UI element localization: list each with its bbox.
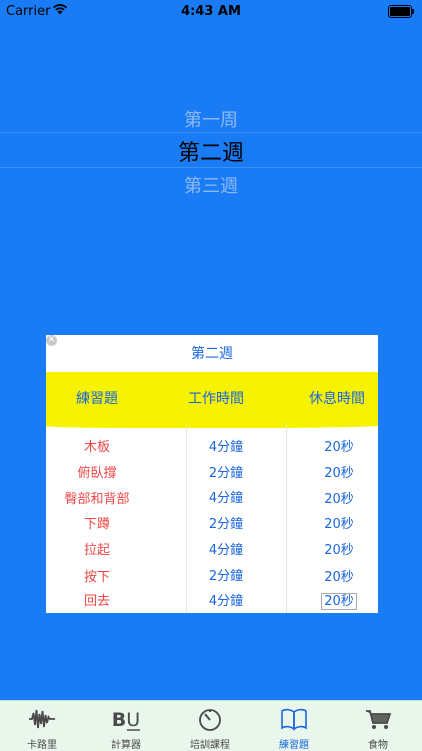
tab-training[interactable]: 培訓課程 <box>168 701 252 751</box>
tab-label: 計算器 <box>111 740 141 751</box>
schedule-card: ✕ 第二週 練習題 工作時間 休息時間 木板 4分鐘 20秒 俯臥撐 2分鐘 2… <box>46 335 378 613</box>
bu-text-icon: BU <box>84 707 168 731</box>
rest-time-value: 20秒 <box>321 593 357 610</box>
column-divider <box>286 425 287 613</box>
card-title: 第二週 <box>191 346 233 362</box>
tab-food[interactable]: 食物 <box>336 701 420 751</box>
tab-label: 食物 <box>368 740 388 751</box>
battery-icon <box>388 5 414 18</box>
exercise-cell: 下蹲 <box>83 517 110 532</box>
tab-exercises[interactable]: 練習題 <box>252 701 336 751</box>
timer-icon <box>168 707 252 731</box>
status-bar: Carrier 4:43 AM <box>0 0 422 24</box>
svg-text:BU: BU <box>112 709 140 731</box>
cart-icon <box>336 707 420 731</box>
rest-time-cell: 20秒 <box>324 570 354 585</box>
picker-item-week-1[interactable]: 第一周 <box>0 106 422 132</box>
exercise-cell: 木板 <box>83 440 110 455</box>
header-work-time: 工作時間 <box>188 391 244 407</box>
work-time-cell: 4分鐘 <box>208 543 244 558</box>
header-exercise: 練習題 <box>76 391 118 407</box>
exercise-cell: 臀部和背部 <box>64 492 130 507</box>
waveform-icon <box>0 707 84 731</box>
work-time-cell: 4分鐘 <box>208 594 244 609</box>
rest-time-cell: 20秒 <box>324 466 354 481</box>
exercise-cell: 拉起 <box>83 543 110 558</box>
rest-time-cell: 20秒 <box>304 590 374 610</box>
exercise-cell: 俯臥撐 <box>77 466 117 481</box>
week-picker[interactable]: 第一周 第二週 第三週 <box>0 100 422 200</box>
tab-label: 培訓課程 <box>190 740 230 751</box>
work-time-cell: 4分鐘 <box>208 491 244 506</box>
work-time-cell: 2分鐘 <box>208 466 244 481</box>
work-time-cell: 4分鐘 <box>208 440 244 455</box>
book-icon <box>252 707 336 731</box>
exercise-cell: 按下 <box>83 570 110 585</box>
picker-item-week-3[interactable]: 第三週 <box>0 172 422 198</box>
rest-time-cell: 20秒 <box>324 492 354 507</box>
picker-item-week-2[interactable]: 第二週 <box>0 135 422 167</box>
rest-time-cell: 20秒 <box>324 517 354 532</box>
tab-bar: 卡路里 BU 計算器 培訓課程 練習題 食物 <box>0 700 422 751</box>
rest-time-cell: 20秒 <box>324 440 354 455</box>
header-rest-time: 休息時間 <box>309 391 365 407</box>
work-time-cell: 2分鐘 <box>208 517 244 532</box>
exercise-cell: 回去 <box>83 594 110 609</box>
clock: 4:43 AM <box>181 4 241 19</box>
tab-label: 練習題 <box>279 740 309 751</box>
rest-time-cell: 20秒 <box>324 543 354 558</box>
tab-calculator[interactable]: BU 計算器 <box>84 701 168 751</box>
tab-label: 卡路里 <box>27 740 57 751</box>
work-time-cell: 2分鐘 <box>208 569 244 584</box>
tab-calories[interactable]: 卡路里 <box>0 701 84 751</box>
